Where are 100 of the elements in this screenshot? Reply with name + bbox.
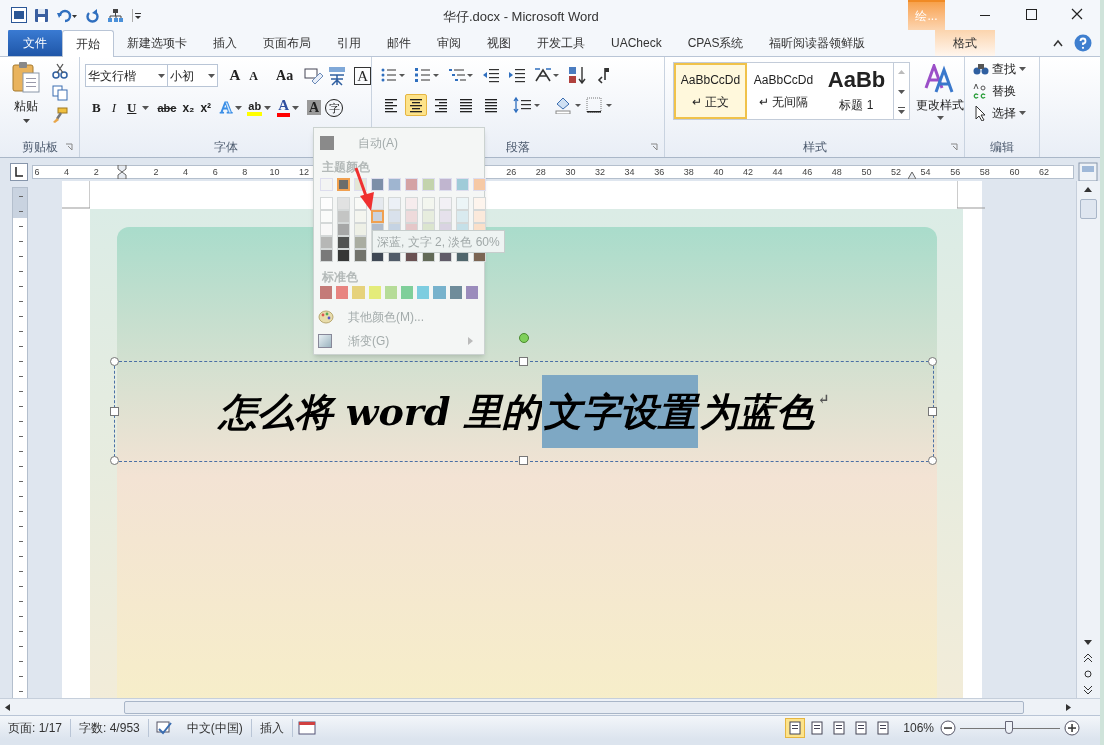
color-swatch[interactable] [337,249,350,262]
cut-icon[interactable] [52,63,68,79]
bullet-list-icon[interactable] [380,66,406,84]
style-item[interactable]: AaBb 标题 1 [820,63,893,119]
format-painter-icon[interactable] [52,107,68,123]
color-swatch[interactable] [320,249,333,262]
paste-button[interactable]: 粘贴 [6,61,46,137]
resize-handle[interactable] [519,357,528,366]
color-swatch[interactable] [465,286,479,299]
dialog-launcher-icon[interactable] [65,143,73,151]
ribbon-tab[interactable]: 页面布局 [250,30,324,56]
color-swatch[interactable] [320,236,333,249]
zoom-slider[interactable] [960,720,1060,735]
caret-icon[interactable] [264,105,272,110]
color-swatch[interactable] [422,197,435,210]
color-swatch[interactable] [320,286,333,299]
sort-icon[interactable] [568,66,588,84]
color-swatch[interactable] [449,286,462,299]
ribbon-tab[interactable]: CPAS系统 [674,30,757,56]
color-swatch[interactable] [417,286,430,299]
color-swatch[interactable] [337,236,350,249]
subscript-button[interactable]: x₂ [180,98,197,117]
color-swatch[interactable] [439,178,452,191]
color-swatch[interactable] [320,210,333,223]
ribbon-tab[interactable]: 邮件 [374,30,424,56]
color-swatch[interactable] [405,210,418,223]
resize-handle[interactable] [519,456,528,465]
color-swatch[interactable] [337,197,350,210]
copy-icon[interactable] [52,85,68,101]
zoom-out-icon[interactable] [940,719,956,736]
center-button[interactable] [405,94,427,116]
color-swatch[interactable] [401,286,414,299]
color-swatch[interactable] [456,197,469,210]
line-spacing-icon[interactable] [513,96,541,114]
superscript-button[interactable]: x² [198,98,214,117]
save-icon[interactable] [34,7,49,23]
color-swatch[interactable] [384,286,397,299]
color-swatch[interactable] [439,197,452,210]
color-swatch[interactable] [320,178,333,191]
shading-icon[interactable] [554,96,582,114]
color-swatch[interactable] [371,210,384,223]
underline-button[interactable]: U [123,98,141,118]
zoom-thumb[interactable] [1005,720,1013,734]
color-swatch[interactable] [368,286,381,299]
zoom-in-icon[interactable] [1064,719,1080,736]
ribbon-tab[interactable]: 开发工具 [524,30,598,56]
color-swatch[interactable] [439,210,452,223]
decrease-indent-icon[interactable] [482,66,500,84]
color-swatch[interactable] [352,286,365,299]
customize-icon[interactable] [131,7,141,23]
indent-marker-icon[interactable] [117,165,127,179]
ribbon-tab[interactable]: 插入 [200,30,250,56]
strikethrough-button[interactable]: abc [155,99,179,116]
color-swatch[interactable] [336,286,349,299]
caret-icon[interactable] [292,105,300,110]
redo-icon[interactable] [85,7,100,23]
color-swatch[interactable] [337,223,350,236]
highlight-button[interactable]: ab [247,99,263,116]
numbered-list-icon[interactable] [414,66,440,84]
ribbon-tab[interactable]: 福昕阅读器领鲜版 [756,30,879,56]
show-marks-icon[interactable] [596,66,610,84]
ribbon-tab[interactable]: UACheck [598,30,675,56]
color-swatch[interactable] [405,178,418,191]
resize-handle[interactable] [110,406,119,416]
color-swatch[interactable] [354,249,367,262]
resize-handle[interactable] [928,357,937,366]
resize-handle[interactable] [928,456,937,465]
font-color-button[interactable]: A [277,98,291,118]
change-case-button[interactable]: Aa [274,65,296,86]
multilevel-list-icon[interactable] [448,66,474,84]
ribbon-tab[interactable]: 审阅 [424,30,474,56]
phonetic-guide-icon[interactable] [327,65,348,86]
editing-button[interactable]: 查找 [973,60,1039,78]
dialog-launcher-icon[interactable] [650,143,658,151]
color-swatch[interactable] [320,197,333,210]
color-swatch[interactable] [473,178,486,191]
color-swatch[interactable] [388,197,401,210]
change-styles-button[interactable]: 更改样式 [916,62,964,137]
font-name-field[interactable]: 华文行楷 [85,64,168,87]
caret-icon[interactable] [142,105,150,110]
scroll-thumb[interactable] [1080,199,1097,219]
color-swatch[interactable] [473,210,486,223]
collapse-ribbon-icon[interactable] [1052,38,1064,48]
color-swatch[interactable] [371,178,384,191]
ribbon-tab[interactable]: 引用 [324,30,374,56]
editing-button[interactable]: 替换 [973,82,1039,100]
right-indent-icon[interactable] [908,171,916,179]
resize-handle[interactable] [928,406,937,416]
ribbon-tab[interactable]: 开始 [62,30,114,57]
style-item[interactable]: AaBbCcDd ↵ 正文 [674,63,747,119]
font-size-field[interactable]: 小初 [167,64,218,87]
dialog-launcher-icon[interactable] [950,143,958,151]
grow-font-button[interactable]: A [226,64,244,87]
ribbon-tab[interactable]: 文件 [8,29,62,56]
color-swatch[interactable] [354,210,367,223]
color-swatch[interactable] [433,286,446,299]
clear-formatting-icon[interactable] [304,66,325,85]
bold-button[interactable]: B [88,98,105,118]
rotate-handle[interactable] [519,333,529,343]
character-border-button[interactable]: A [354,66,371,85]
